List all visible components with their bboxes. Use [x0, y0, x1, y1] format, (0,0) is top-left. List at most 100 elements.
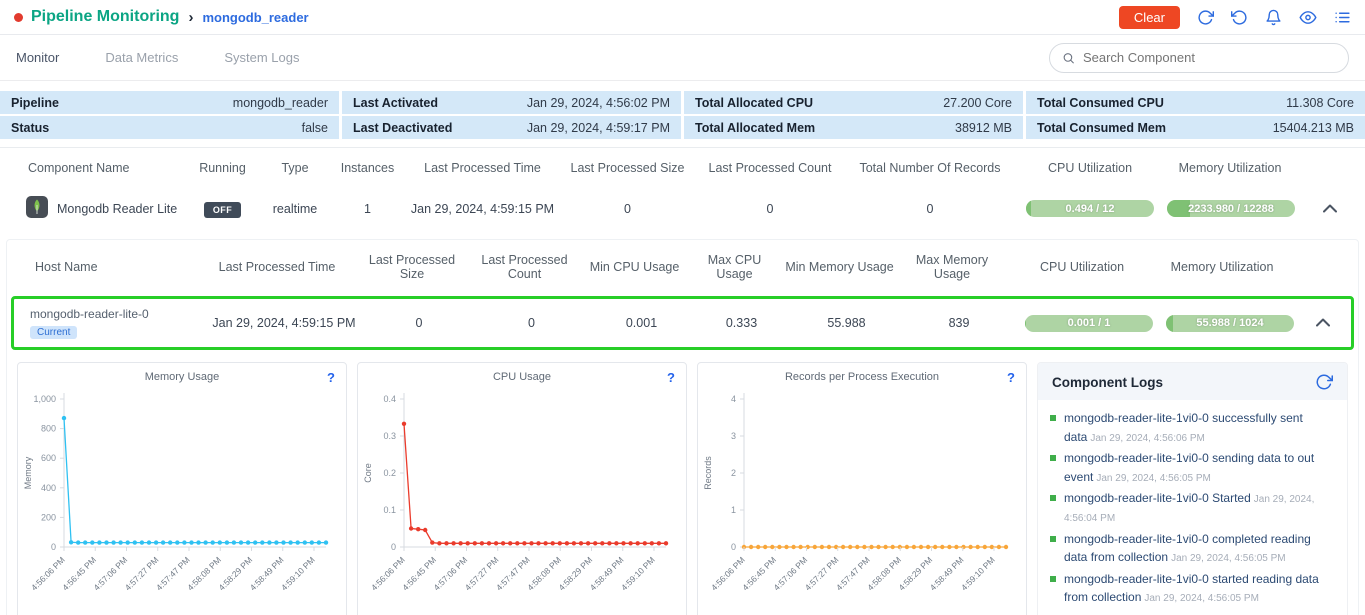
pipeline-summary: Pipeline mongodb_reader Last Activated J…	[0, 91, 1365, 139]
memory-usage-chart-card: Memory Usage ? 02004006008001,0004:56:06…	[17, 362, 347, 615]
log-bullet-icon	[1050, 455, 1056, 461]
svg-text:4: 4	[731, 394, 736, 404]
summary-pipeline: Pipeline mongodb_reader	[0, 91, 339, 114]
running-cell: OFF	[185, 194, 260, 224]
host-name: mongodb-reader-lite-0	[30, 307, 202, 321]
component-row: Mongodb Reader Lite OFF realtime 1 Jan 2…	[0, 188, 1365, 229]
logs-list: mongodb-reader-lite-1vi0-0 successfully …	[1038, 400, 1347, 607]
tab-monitor[interactable]: Monitor	[16, 50, 59, 65]
log-timestamp: Jan 29, 2024, 4:56:05 PM	[1171, 553, 1286, 564]
min-cpu-cell: 0.001	[589, 308, 694, 338]
svg-text:0: 0	[731, 542, 736, 552]
svg-text:0.4: 0.4	[383, 394, 396, 404]
eye-icon[interactable]	[1299, 9, 1317, 26]
cpu-utilization-bar: 0.494 / 12	[1026, 200, 1154, 217]
component-name: Mongodb Reader Lite	[57, 202, 177, 216]
log-item: mongodb-reader-lite-1vi0-0 sending data …	[1050, 449, 1333, 486]
bell-icon[interactable]	[1265, 9, 1282, 26]
tab-data-metrics[interactable]: Data Metrics	[105, 50, 178, 65]
host-name-cell: mongodb-reader-lite-0 Current	[14, 299, 204, 347]
memory-utilization-bar: 2233.980 / 12288	[1167, 200, 1295, 217]
chart-title: CPU Usage	[358, 371, 686, 383]
component-collapse-chevron-icon[interactable]	[1323, 204, 1337, 213]
host-row-selected: mongodb-reader-lite-0 Current Jan 29, 20…	[11, 296, 1354, 350]
svg-text:0.1: 0.1	[383, 505, 396, 515]
last-processed-count-cell: 0	[695, 194, 845, 224]
svg-text:0: 0	[391, 542, 396, 552]
log-bullet-icon	[1050, 576, 1056, 582]
summary-total-consumed-cpu: Total Consumed CPU 11.308 Core	[1026, 91, 1365, 114]
component-table-header: Component Name Running Type Instances La…	[0, 148, 1365, 188]
memory-utilization-cell: 2233.980 / 12288	[1165, 192, 1295, 225]
log-timestamp: Jan 29, 2024, 4:56:06 PM	[1090, 433, 1205, 444]
max-mem-cell: 839	[904, 308, 1014, 338]
svg-text:1,000: 1,000	[33, 394, 56, 404]
component-logs-header: Component Logs	[1038, 363, 1347, 400]
host-panel: Host Name Last Processed Time Last Proce…	[6, 239, 1359, 615]
records-chart-card: Records per Process Execution ? 012344:5…	[697, 362, 1027, 615]
svg-text:0: 0	[51, 542, 56, 552]
tab-bar: Monitor Data Metrics System Logs	[0, 35, 1365, 81]
host-table-header: Host Name Last Processed Time Last Proce…	[7, 240, 1358, 294]
search-component-box[interactable]	[1049, 43, 1349, 73]
last-processed-time-cell: Jan 29, 2024, 4:59:15 PM	[405, 194, 560, 224]
svg-text:3: 3	[731, 431, 736, 441]
summary-last-activated: Last Activated Jan 29, 2024, 4:56:02 PM	[342, 91, 681, 114]
mongodb-icon	[26, 196, 48, 221]
page-title: Pipeline Monitoring	[31, 8, 179, 26]
svg-text:4:59:10 PM: 4:59:10 PM	[619, 555, 657, 593]
summary-total-allocated-mem: Total Allocated Mem 38912 MB	[684, 116, 1023, 139]
help-icon[interactable]: ?	[327, 370, 335, 385]
tab-system-logs[interactable]: System Logs	[224, 50, 299, 65]
breadcrumb[interactable]: mongodb_reader	[202, 10, 308, 25]
host-last-processed-count-cell: 0	[474, 308, 589, 338]
cpu-utilization-cell: 0.494 / 12	[1015, 192, 1165, 225]
component-name-cell: Mongodb Reader Lite	[0, 188, 185, 229]
svg-text:1: 1	[731, 505, 736, 515]
last-processed-size-cell: 0	[560, 194, 695, 224]
help-icon[interactable]: ?	[667, 370, 675, 385]
summary-total-consumed-mem: Total Consumed Mem 15404.213 MB	[1026, 116, 1365, 139]
host-last-processed-time-cell: Jan 29, 2024, 4:59:15 PM	[204, 308, 364, 338]
breadcrumb-chevron-icon: ›	[188, 9, 193, 26]
summary-total-allocated-cpu: Total Allocated CPU 27.200 Core	[684, 91, 1023, 114]
type-cell: realtime	[260, 194, 330, 224]
logs-refresh-icon[interactable]	[1315, 373, 1333, 391]
svg-text:Memory: Memory	[23, 456, 33, 489]
svg-text:800: 800	[41, 424, 56, 434]
svg-text:4:59:10 PM: 4:59:10 PM	[279, 555, 317, 593]
cpu-usage-chart-card: CPU Usage ? 00.10.20.30.44:56:06 PM4:56:…	[357, 362, 687, 615]
svg-text:0.3: 0.3	[383, 431, 396, 441]
log-bullet-icon	[1050, 495, 1056, 501]
search-input[interactable]	[1083, 50, 1336, 65]
clear-button[interactable]: Clear	[1119, 6, 1180, 29]
host-last-processed-size-cell: 0	[364, 308, 474, 338]
records-per-process-chart: 012344:56:06 PM4:56:45 PM4:57:06 PM4:57:…	[698, 385, 1026, 615]
log-item: mongodb-reader-lite-1vi0-0 started readi…	[1050, 570, 1333, 607]
host-collapse-chevron-icon[interactable]	[1316, 318, 1330, 327]
log-item: mongodb-reader-lite-1vi0-0 StartedJan 29…	[1050, 489, 1333, 526]
menu-icon[interactable]	[1334, 9, 1351, 26]
history-icon[interactable]	[1231, 9, 1248, 26]
svg-text:Records: Records	[703, 456, 713, 490]
host-memory-utilization-cell: 55.988 / 1024	[1164, 307, 1294, 340]
running-status-badge[interactable]: OFF	[204, 202, 241, 218]
charts-row: Memory Usage ? 02004006008001,0004:56:06…	[7, 362, 1358, 615]
component-logs-title: Component Logs	[1052, 375, 1163, 390]
log-item: mongodb-reader-lite-1vi0-0 successfully …	[1050, 409, 1333, 446]
log-timestamp: Jan 29, 2024, 4:56:05 PM	[1144, 593, 1259, 604]
memory-usage-chart: 02004006008001,0004:56:06 PM4:56:45 PM4:…	[18, 385, 346, 615]
cpu-usage-chart: 00.10.20.30.44:56:06 PM4:56:45 PM4:57:06…	[358, 385, 686, 615]
log-text: mongodb-reader-lite-1vi0-0 Started	[1064, 491, 1251, 505]
component-panel: Component Name Running Type Instances La…	[0, 147, 1365, 615]
log-item: mongodb-reader-lite-1vi0-0 completed rea…	[1050, 530, 1333, 567]
host-memory-utilization-bar: 55.988 / 1024	[1166, 315, 1294, 332]
chart-title: Memory Usage	[18, 371, 346, 383]
total-records-cell: 0	[845, 194, 1015, 224]
help-icon[interactable]: ?	[1007, 370, 1015, 385]
svg-text:2: 2	[731, 468, 736, 478]
current-badge: Current	[30, 326, 77, 339]
refresh-icon[interactable]	[1197, 9, 1214, 26]
host-cpu-utilization-bar: 0.001 / 1	[1025, 315, 1153, 332]
max-cpu-cell: 0.333	[694, 308, 789, 338]
